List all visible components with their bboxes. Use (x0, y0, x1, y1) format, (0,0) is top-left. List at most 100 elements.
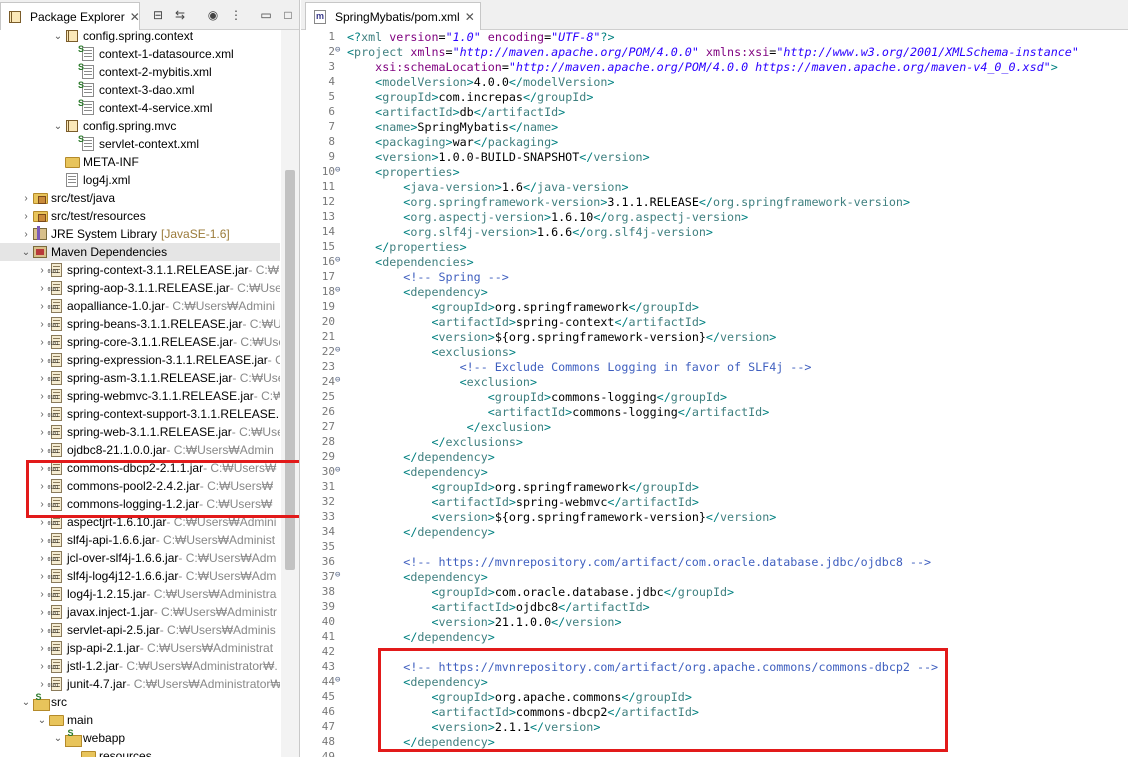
tree-item[interactable]: ⌄ main (0, 711, 280, 729)
code-line[interactable]: 31 <groupId>org.springframework</groupId… (301, 480, 1128, 495)
chevron-right-icon[interactable]: › (36, 423, 48, 441)
tree-item[interactable]: › spring-beans-3.1.1.RELEASE.jar - C:₩U (0, 315, 280, 333)
chevron-right-icon[interactable]: › (36, 657, 48, 675)
code-line[interactable]: 19 <groupId>org.springframework</groupId… (301, 300, 1128, 315)
code-line[interactable]: 20 <artifactId>spring-context</artifactI… (301, 315, 1128, 330)
chevron-right-icon[interactable]: › (36, 549, 48, 567)
fold-toggle-icon[interactable]: ⊖ (335, 465, 345, 475)
code-line[interactable]: 38 <groupId>com.oracle.database.jdbc</gr… (301, 585, 1128, 600)
code-line[interactable]: 23 <!-- Exclude Commons Logging in favor… (301, 360, 1128, 375)
collapse-all-icon[interactable]: ⊟ (150, 7, 166, 23)
tree-item[interactable]: › servlet-api-2.5.jar - C:₩Users₩Adminis (0, 621, 280, 639)
code-line[interactable]: 34 </dependency> (301, 525, 1128, 540)
chevron-right-icon[interactable]: › (36, 369, 48, 387)
code-line[interactable]: 13 <org.aspectj-version>1.6.10</org.aspe… (301, 210, 1128, 225)
minimize-icon[interactable]: ▭ (258, 7, 274, 23)
fold-toggle-icon[interactable]: ⊖ (335, 345, 345, 355)
code-line[interactable]: 29 </dependency> (301, 450, 1128, 465)
tree-item[interactable]: › spring-context-3.1.1.RELEASE.jar - C:₩ (0, 261, 280, 279)
chevron-right-icon[interactable]: › (36, 585, 48, 603)
explorer-scrollbar[interactable] (281, 30, 299, 757)
fold-toggle-icon[interactable]: ⊖ (335, 285, 345, 295)
code-line[interactable]: 9 <version>1.0.0-BUILD-SNAPSHOT</version… (301, 150, 1128, 165)
chevron-right-icon[interactable]: › (20, 225, 32, 243)
tree-item[interactable]: › aopalliance-1.0.jar - C:₩Users₩Admini (0, 297, 280, 315)
chevron-down-icon[interactable]: ⌄ (36, 711, 48, 729)
tree-item[interactable]: context-4-service.xml (0, 98, 280, 117)
code-line[interactable]: 7 <name>SpringMybatis</name> (301, 120, 1128, 135)
tree-item[interactable]: › src/test/resources (0, 207, 280, 225)
code-line[interactable]: 11 <java-version>1.6</java-version> (301, 180, 1128, 195)
code-line[interactable]: 24 ⊖ <exclusion> (301, 375, 1128, 390)
code-line[interactable]: 10 ⊖ <properties> (301, 165, 1128, 180)
chevron-down-icon[interactable]: ⌄ (20, 693, 32, 711)
chevron-right-icon[interactable]: › (36, 279, 48, 297)
tree-item[interactable]: › JRE System Library [JavaSE-1.6] (0, 225, 280, 243)
code-line[interactable]: 1 <?xml version="1.0" encoding="UTF-8"?> (301, 30, 1128, 45)
tree-item[interactable]: › spring-web-3.1.1.RELEASE.jar - C:₩Use (0, 423, 280, 441)
code-line[interactable]: 5 <groupId>com.increpas</groupId> (301, 90, 1128, 105)
tree-item[interactable]: › slf4j-api-1.6.6.jar - C:₩Users₩Administ (0, 531, 280, 549)
code-line[interactable]: 41 </dependency> (301, 630, 1128, 645)
tree-item[interactable]: › spring-core-3.1.1.RELEASE.jar - C:₩Use (0, 333, 280, 351)
chevron-down-icon[interactable]: ⌄ (52, 30, 64, 45)
code-line[interactable]: 27 </exclusion> (301, 420, 1128, 435)
code-line[interactable]: 21 <version>${org.springframework-versio… (301, 330, 1128, 345)
close-icon[interactable]: ✕ (465, 10, 475, 24)
code-line[interactable]: 12 <org.springframework-version>3.1.1.RE… (301, 195, 1128, 210)
tree-item[interactable]: ⌄ src (0, 692, 280, 711)
code-line[interactable]: 39 <artifactId>ojdbc8</artifactId> (301, 600, 1128, 615)
fold-toggle-icon[interactable]: ⊖ (335, 675, 345, 685)
tree-item[interactable]: ⌄ config.spring.mvc (0, 117, 280, 135)
tree-item[interactable]: context-1-datasource.xml (0, 44, 280, 63)
chevron-right-icon[interactable]: › (36, 603, 48, 621)
code-line[interactable]: 36 <!-- https://mvnrepository.com/artifa… (301, 555, 1128, 570)
code-line[interactable]: 3 xsi:schemaLocation="http://maven.apach… (301, 60, 1128, 75)
code-line[interactable]: 25 <groupId>commons-logging</groupId> (301, 390, 1128, 405)
chevron-right-icon[interactable]: › (36, 621, 48, 639)
fold-toggle-icon[interactable]: ⊖ (335, 375, 345, 385)
chevron-right-icon[interactable]: › (36, 261, 48, 279)
chevron-right-icon[interactable]: › (36, 531, 48, 549)
tree-item[interactable]: resources (0, 747, 280, 757)
code-line[interactable]: 40 <version>21.1.0.0</version> (301, 615, 1128, 630)
chevron-right-icon[interactable]: › (36, 441, 48, 459)
close-icon[interactable]: ✕ (130, 10, 140, 24)
code-line[interactable]: 28 </exclusions> (301, 435, 1128, 450)
tree-item[interactable]: › jcl-over-slf4j-1.6.6.jar - C:₩Users₩Adm (0, 549, 280, 567)
project-tree[interactable]: ⌄ config.spring.context context-1-datasour… (0, 30, 280, 757)
code-line[interactable]: 2 ⊖ <project xmlns="http://maven.apache.or… (301, 45, 1128, 60)
chevron-right-icon[interactable]: › (36, 675, 48, 693)
tree-item[interactable]: › jstl-1.2.jar - C:₩Users₩Administrator₩. (0, 657, 280, 675)
tree-item[interactable]: › slf4j-log4j12-1.6.6.jar - C:₩Users₩Adm (0, 567, 280, 585)
chevron-right-icon[interactable]: › (36, 387, 48, 405)
fold-toggle-icon[interactable]: ⊖ (335, 255, 345, 265)
fold-toggle-icon[interactable]: ⊖ (335, 570, 345, 580)
code-line[interactable]: 17 <!-- Spring --> (301, 270, 1128, 285)
chevron-right-icon[interactable]: › (20, 207, 32, 225)
code-line[interactable]: 35 (301, 540, 1128, 555)
tree-item[interactable]: log4j.xml (0, 171, 280, 189)
code-line[interactable]: 8 <packaging>war</packaging> (301, 135, 1128, 150)
chevron-right-icon[interactable]: › (36, 351, 48, 369)
tree-item[interactable]: › log4j-1.2.15.jar - C:₩Users₩Administra (0, 585, 280, 603)
focus-icon[interactable]: ◉ (205, 7, 221, 23)
code-line[interactable]: 6 <artifactId>db</artifactId> (301, 105, 1128, 120)
tree-item[interactable]: › spring-webmvc-3.1.1.RELEASE.jar - C:₩ (0, 387, 280, 405)
chevron-right-icon[interactable]: › (36, 315, 48, 333)
code-line[interactable]: 16 ⊖ <dependencies> (301, 255, 1128, 270)
tree-item[interactable]: › ojdbc8-21.1.0.0.jar - C:₩Users₩Admin (0, 441, 280, 459)
chevron-down-icon[interactable]: ⌄ (20, 243, 32, 261)
code-line[interactable]: 32 <artifactId>spring-webmvc</artifactId… (301, 495, 1128, 510)
pom-xml-editor-tab[interactable]: SpringMybatis/pom.xml ✕ (305, 2, 481, 30)
tree-item[interactable]: context-3-dao.xml (0, 80, 280, 99)
fold-toggle-icon[interactable]: ⊖ (335, 165, 345, 175)
code-line[interactable]: 15 </properties> (301, 240, 1128, 255)
tree-item[interactable]: › spring-asm-3.1.1.RELEASE.jar - C:₩Use (0, 369, 280, 387)
tree-item[interactable]: › src/test/java (0, 189, 280, 207)
tree-item[interactable]: ⌄ Maven Dependencies (0, 243, 280, 261)
tree-item[interactable]: servlet-context.xml (0, 134, 280, 153)
code-line[interactable]: 30 ⊖ <dependency> (301, 465, 1128, 480)
view-menu-icon[interactable]: ⋮ (228, 7, 244, 23)
chevron-down-icon[interactable]: ⌄ (52, 117, 64, 135)
